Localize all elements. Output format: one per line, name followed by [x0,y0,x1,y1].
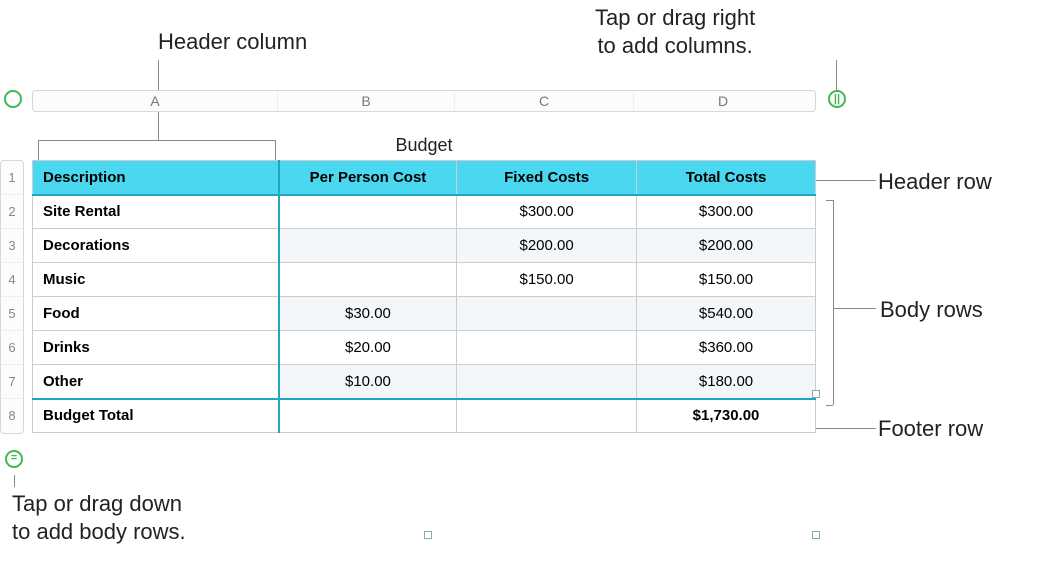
row-header-2[interactable]: 2 [1,195,23,229]
callout-line [14,475,15,487]
callout-add-rows: Tap or drag downto add body rows. [12,490,186,545]
callout-add-columns: Tap or drag rightto add columns. [595,4,755,59]
table-row[interactable]: Food $30.00 $540.00 [33,297,816,331]
callout-line [833,200,834,405]
cell-total[interactable]: $360.00 [637,331,816,365]
header-cell-description[interactable]: Description [33,161,279,195]
cell-fixed[interactable] [457,365,637,399]
callout-line [836,60,837,93]
table-row[interactable]: Drinks $20.00 $360.00 [33,331,816,365]
callout-footer-row: Footer row [878,415,983,443]
cell-fixed[interactable] [457,297,637,331]
row-header-8[interactable]: 8 [1,399,23,433]
cell-fixed[interactable]: $150.00 [457,263,637,297]
callout-header-column: Header column [158,28,307,56]
table-footer-row[interactable]: Budget Total $1,730.00 [33,399,816,433]
table-row[interactable]: Other $10.00 $180.00 [33,365,816,399]
row-header-3[interactable]: 3 [1,229,23,263]
cell-total[interactable]: $150.00 [637,263,816,297]
table-select-handle-icon[interactable] [4,90,22,108]
header-cell-per-person[interactable]: Per Person Cost [279,161,457,195]
cell-ppc[interactable]: $10.00 [279,365,457,399]
cell-description[interactable]: Site Rental [33,195,279,229]
cell-description[interactable]: Food [33,297,279,331]
cell-ppc[interactable]: $20.00 [279,331,457,365]
budget-table[interactable]: Description Per Person Cost Fixed Costs … [32,160,816,433]
add-rows-handle[interactable]: = [5,450,23,468]
footer-cell-fixed[interactable] [457,399,637,433]
cell-ppc[interactable] [279,195,457,229]
table-header-row[interactable]: Description Per Person Cost Fixed Costs … [33,161,816,195]
callout-line [826,405,833,406]
row-header-bar[interactable]: 1 2 3 4 5 6 7 8 [0,160,24,434]
cell-ppc[interactable] [279,263,457,297]
cell-fixed[interactable]: $200.00 [457,229,637,263]
footer-cell-total[interactable]: $1,730.00 [637,399,816,433]
cell-total[interactable]: $200.00 [637,229,816,263]
header-cell-total-costs[interactable]: Total Costs [637,161,816,195]
cell-fixed[interactable] [457,331,637,365]
cell-ppc[interactable] [279,229,457,263]
row-header-6[interactable]: 6 [1,331,23,365]
header-cell-fixed-costs[interactable]: Fixed Costs [457,161,637,195]
table-body[interactable]: Site Rental $300.00 $300.00 Decorations … [33,195,816,399]
column-header-C[interactable]: C [455,91,634,111]
selection-handle-icon[interactable] [424,531,432,539]
cell-total[interactable]: $300.00 [637,195,816,229]
row-header-1[interactable]: 1 [1,161,23,195]
row-header-5[interactable]: 5 [1,297,23,331]
table-row[interactable]: Music $150.00 $150.00 [33,263,816,297]
cell-total[interactable]: $180.00 [637,365,816,399]
cell-description[interactable]: Drinks [33,331,279,365]
callout-body-rows: Body rows [880,296,983,324]
table-row[interactable]: Decorations $200.00 $200.00 [33,229,816,263]
footer-cell-ppc[interactable] [279,399,457,433]
footer-cell-description[interactable]: Budget Total [33,399,279,433]
selection-handle-icon[interactable] [812,531,820,539]
table-row[interactable]: Site Rental $300.00 $300.00 [33,195,816,229]
add-columns-handle[interactable]: || [828,90,846,108]
cell-description[interactable]: Music [33,263,279,297]
column-header-A[interactable]: A [33,91,278,111]
callout-header-row: Header row [878,168,992,196]
column-header-D[interactable]: D [634,91,812,111]
callout-line [826,200,833,201]
callout-line [834,308,876,309]
cell-ppc[interactable]: $30.00 [279,297,457,331]
cell-fixed[interactable]: $300.00 [457,195,637,229]
column-header-B[interactable]: B [278,91,455,111]
cell-total[interactable]: $540.00 [637,297,816,331]
callout-line [816,180,876,181]
row-header-7[interactable]: 7 [1,365,23,399]
table-title[interactable]: Budget [32,135,816,156]
cell-description[interactable]: Decorations [33,229,279,263]
cell-description[interactable]: Other [33,365,279,399]
column-header-bar[interactable]: A B C D [32,90,816,112]
callout-line [816,428,876,429]
row-header-4[interactable]: 4 [1,263,23,297]
selection-handle-icon[interactable] [812,390,820,398]
